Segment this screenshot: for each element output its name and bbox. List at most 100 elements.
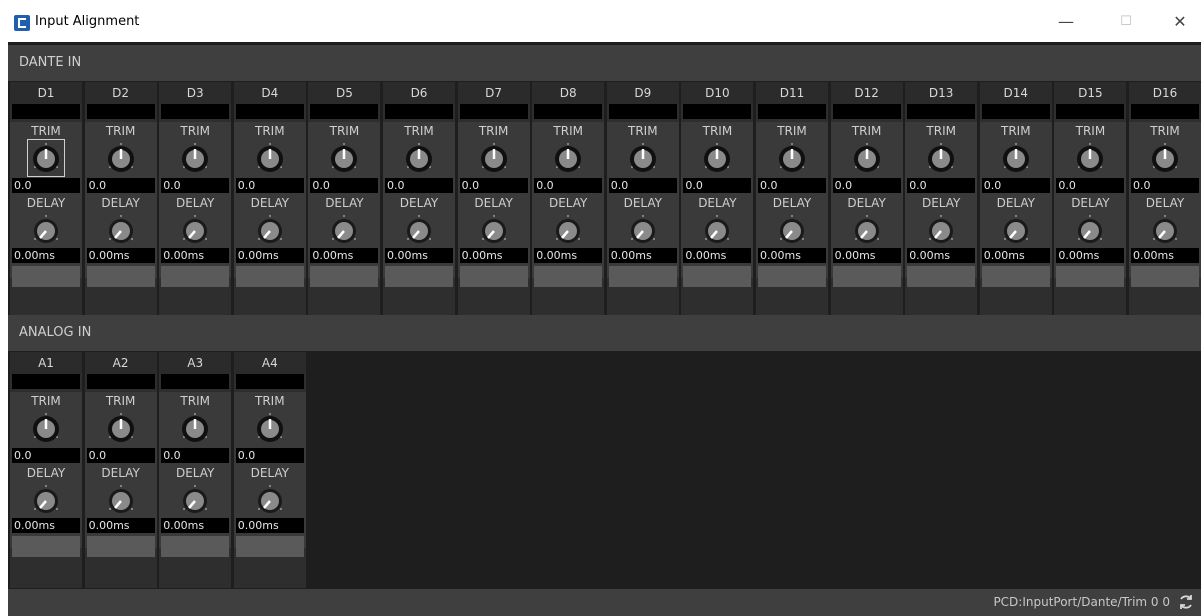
channel-button[interactable] xyxy=(981,266,1050,287)
channel-name-field[interactable] xyxy=(981,104,1050,119)
delay-value[interactable]: 0.00ms xyxy=(459,248,528,263)
channel-button[interactable] xyxy=(86,266,155,287)
delay-knob[interactable] xyxy=(701,214,733,246)
channel-name-field[interactable] xyxy=(683,104,752,119)
trim-knob[interactable] xyxy=(1000,142,1032,174)
delay-value[interactable]: 0.00ms xyxy=(1056,248,1125,263)
delay-value[interactable]: 0.00ms xyxy=(310,248,379,263)
delay-value[interactable]: 0.00ms xyxy=(161,518,230,533)
delay-knob[interactable] xyxy=(627,214,659,246)
channel-name-field[interactable] xyxy=(235,374,304,389)
trim-knob[interactable] xyxy=(552,142,584,174)
trim-value[interactable]: 0.0 xyxy=(86,178,155,193)
trim-value[interactable]: 0.0 xyxy=(385,178,453,193)
trim-knob[interactable] xyxy=(27,139,65,177)
channel-button[interactable] xyxy=(534,266,603,287)
trim-value[interactable]: 0.0 xyxy=(1131,178,1199,193)
trim-value[interactable]: 0.0 xyxy=(235,448,304,463)
channel-name-field[interactable] xyxy=(161,374,230,389)
trim-knob[interactable] xyxy=(30,412,62,444)
channel-name-field[interactable] xyxy=(1056,104,1125,119)
trim-value[interactable]: 0.0 xyxy=(981,178,1050,193)
delay-knob[interactable] xyxy=(179,214,211,246)
trim-knob[interactable] xyxy=(925,142,957,174)
trim-knob[interactable] xyxy=(328,142,360,174)
trim-knob[interactable] xyxy=(254,412,286,444)
channel-name-field[interactable] xyxy=(534,104,603,119)
trim-value[interactable]: 0.0 xyxy=(161,448,230,463)
channel-name-field[interactable] xyxy=(310,104,379,119)
delay-knob[interactable] xyxy=(851,214,883,246)
minimize-button[interactable]: — xyxy=(1046,6,1086,36)
delay-knob[interactable] xyxy=(478,214,510,246)
channel-button[interactable] xyxy=(12,536,80,557)
refresh-icon[interactable] xyxy=(1177,593,1195,611)
delay-knob[interactable] xyxy=(254,484,286,516)
channel-name-field[interactable] xyxy=(758,104,826,119)
channel-button[interactable] xyxy=(1131,266,1199,287)
channel-name-field[interactable] xyxy=(832,104,901,119)
channel-name-field[interactable] xyxy=(608,104,677,119)
delay-knob[interactable] xyxy=(30,484,62,516)
trim-knob[interactable] xyxy=(1074,142,1106,174)
trim-value[interactable]: 0.0 xyxy=(608,178,677,193)
channel-button[interactable] xyxy=(235,536,304,557)
channel-name-field[interactable] xyxy=(12,374,80,389)
close-button[interactable]: ✕ xyxy=(1160,6,1200,36)
trim-knob[interactable] xyxy=(1149,142,1181,174)
delay-knob[interactable] xyxy=(179,484,211,516)
channel-button[interactable] xyxy=(161,536,230,557)
channel-button[interactable] xyxy=(161,266,230,287)
trim-value[interactable]: 0.0 xyxy=(161,178,230,193)
channel-name-field[interactable] xyxy=(235,104,304,119)
delay-knob[interactable] xyxy=(403,214,435,246)
delay-knob[interactable] xyxy=(105,214,137,246)
trim-knob[interactable] xyxy=(105,142,137,174)
channel-button[interactable] xyxy=(907,266,976,287)
trim-knob[interactable] xyxy=(701,142,733,174)
delay-value[interactable]: 0.00ms xyxy=(12,518,80,533)
trim-knob[interactable] xyxy=(105,412,137,444)
delay-knob[interactable] xyxy=(328,214,360,246)
trim-knob[interactable] xyxy=(478,142,510,174)
trim-value[interactable]: 0.0 xyxy=(459,178,528,193)
delay-value[interactable]: 0.00ms xyxy=(683,248,752,263)
channel-name-field[interactable] xyxy=(459,104,528,119)
channel-button[interactable] xyxy=(12,266,80,287)
channel-name-field[interactable] xyxy=(12,104,80,119)
delay-knob[interactable] xyxy=(776,214,808,246)
delay-value[interactable]: 0.00ms xyxy=(161,248,230,263)
delay-value[interactable]: 0.00ms xyxy=(758,248,826,263)
delay-value[interactable]: 0.00ms xyxy=(832,248,901,263)
maximize-button[interactable]: ☐ xyxy=(1106,6,1146,36)
trim-knob[interactable] xyxy=(851,142,883,174)
delay-value[interactable]: 0.00ms xyxy=(12,248,80,263)
channel-name-field[interactable] xyxy=(1131,104,1199,119)
channel-button[interactable] xyxy=(832,266,901,287)
delay-value[interactable]: 0.00ms xyxy=(1131,248,1199,263)
channel-button[interactable] xyxy=(235,266,304,287)
trim-value[interactable]: 0.0 xyxy=(12,448,80,463)
delay-value[interactable]: 0.00ms xyxy=(534,248,603,263)
trim-value[interactable]: 0.0 xyxy=(683,178,752,193)
delay-value[interactable]: 0.00ms xyxy=(86,518,155,533)
trim-value[interactable]: 0.0 xyxy=(907,178,976,193)
delay-value[interactable]: 0.00ms xyxy=(981,248,1050,263)
channel-name-field[interactable] xyxy=(86,374,155,389)
trim-value[interactable]: 0.0 xyxy=(310,178,379,193)
delay-value[interactable]: 0.00ms xyxy=(907,248,976,263)
trim-value[interactable]: 0.0 xyxy=(534,178,603,193)
trim-knob[interactable] xyxy=(179,412,211,444)
channel-button[interactable] xyxy=(86,536,155,557)
channel-name-field[interactable] xyxy=(385,104,453,119)
trim-value[interactable]: 0.0 xyxy=(12,178,80,193)
channel-button[interactable] xyxy=(385,266,453,287)
delay-knob[interactable] xyxy=(1149,214,1181,246)
delay-value[interactable]: 0.00ms xyxy=(86,248,155,263)
channel-button[interactable] xyxy=(758,266,826,287)
delay-knob[interactable] xyxy=(30,214,62,246)
channel-button[interactable] xyxy=(459,266,528,287)
delay-knob[interactable] xyxy=(105,484,137,516)
channel-button[interactable] xyxy=(1056,266,1125,287)
delay-knob[interactable] xyxy=(254,214,286,246)
